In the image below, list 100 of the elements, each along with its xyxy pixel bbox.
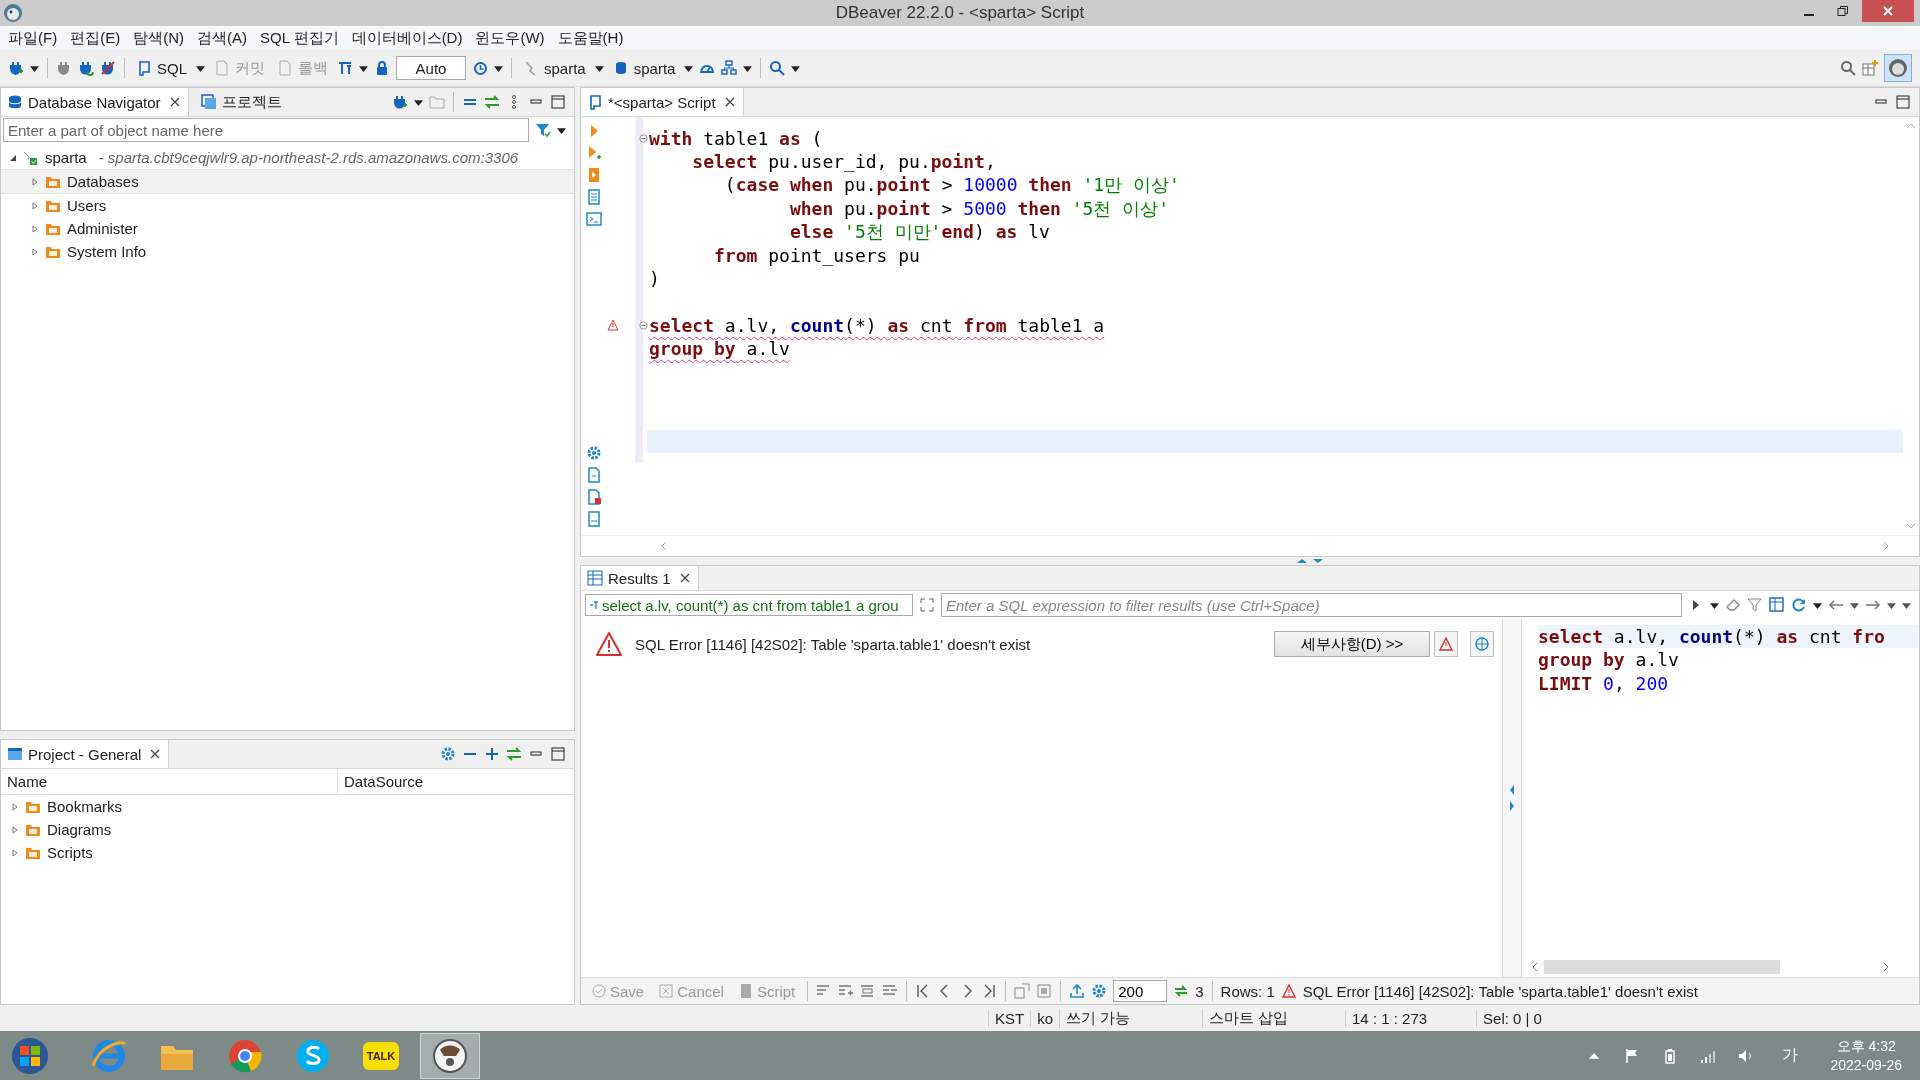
tree-row[interactable]: Administer	[1, 217, 574, 240]
commit-mode-field[interactable]: Auto	[396, 56, 466, 80]
sql-editor-button[interactable]: SQL	[133, 57, 190, 79]
gear-icon[interactable]	[586, 445, 602, 461]
tree-row[interactable]: Users	[1, 194, 574, 217]
splitter-arrows-icon[interactable]	[1295, 557, 1325, 565]
caret-icon[interactable]	[1850, 600, 1859, 610]
expand-arrow-icon[interactable]	[9, 153, 17, 162]
panel-tab[interactable]: Project - General	[1, 740, 170, 768]
scroll-right-icon[interactable]	[1883, 962, 1889, 972]
menu-item[interactable]: 탐색(N)	[129, 28, 193, 48]
add-row-icon[interactable]	[838, 983, 855, 999]
perspective-button[interactable]	[1884, 54, 1912, 82]
refresh-icon[interactable]	[1791, 597, 1807, 613]
caret-icon[interactable]	[494, 63, 503, 73]
splitter-arrows-icon[interactable]	[1509, 783, 1515, 813]
caret-icon[interactable]	[1710, 600, 1719, 610]
maximize-icon[interactable]	[550, 746, 566, 762]
tree-item[interactable]: Bookmarks	[47, 798, 123, 815]
document-icon[interactable]	[586, 511, 602, 527]
plug-icon[interactable]	[8, 60, 24, 76]
fold-icon[interactable]	[639, 320, 648, 330]
caret-icon[interactable]	[684, 63, 694, 73]
menu-item[interactable]: 데이터베이스(D)	[347, 28, 472, 48]
caret-icon[interactable]	[414, 97, 423, 107]
scroll-right-icon[interactable]	[1883, 541, 1889, 551]
script-icon[interactable]	[586, 167, 602, 183]
expand-icon[interactable]	[919, 597, 935, 613]
terminal-icon[interactable]	[586, 211, 602, 227]
menu-item[interactable]: 검색(A)	[193, 28, 256, 48]
scroll-left-icon[interactable]	[661, 541, 667, 551]
menu-item[interactable]: 윈도우(W)	[471, 28, 554, 48]
column-header[interactable]: DataSource	[338, 769, 424, 794]
panel-tab[interactable]: Database Navigator	[1, 88, 189, 116]
filter-icon[interactable]	[535, 122, 551, 138]
search-icon[interactable]	[769, 60, 786, 76]
filter-icon[interactable]	[1747, 597, 1763, 613]
perspective-icon[interactable]	[1862, 60, 1878, 76]
tree-item[interactable]: Diagrams	[47, 821, 112, 838]
results-tab[interactable]: Results 1	[581, 566, 699, 590]
menu-item[interactable]: 도움말(H)	[553, 28, 633, 48]
caret-icon[interactable]	[791, 63, 801, 73]
warning-button[interactable]	[1434, 631, 1458, 657]
document-icon[interactable]	[586, 467, 602, 483]
plug-icon[interactable]	[56, 60, 72, 76]
details-button[interactable]: 세부사항(D) >>	[1274, 631, 1430, 657]
tree-row[interactable]: System Info	[1, 240, 574, 263]
link-arrows-icon[interactable]	[506, 746, 522, 762]
gear-icon[interactable]	[440, 746, 456, 762]
lock-icon[interactable]	[374, 60, 390, 76]
hierarchy-icon[interactable]	[721, 60, 738, 76]
fetch-size-field[interactable]: 200	[1113, 980, 1168, 1002]
close-icon[interactable]	[169, 97, 180, 107]
document-icon[interactable]	[586, 189, 602, 205]
fold-icon[interactable]	[639, 134, 648, 144]
link-arrows-icon[interactable]	[484, 94, 500, 110]
caret-icon[interactable]	[1813, 600, 1822, 610]
schema-selector[interactable]: sparta	[609, 57, 679, 79]
search-field[interactable]: Enter a part of object name here	[3, 118, 529, 142]
fetch-all-icon[interactable]	[1036, 983, 1053, 999]
plug-icon[interactable]	[392, 94, 408, 110]
expand-icon[interactable]	[484, 746, 500, 762]
table-icon[interactable]	[1769, 597, 1785, 613]
caret-icon[interactable]	[743, 63, 753, 73]
caret-icon[interactable]	[196, 63, 205, 73]
plug-icon[interactable]	[100, 60, 116, 76]
close-icon[interactable]	[724, 97, 735, 107]
menu-item[interactable]: SQL 편집기	[256, 28, 348, 48]
taskbar-app[interactable]	[420, 1032, 480, 1079]
close-button[interactable]	[1862, 0, 1914, 22]
menu-item[interactable]: 파일(F)	[4, 28, 67, 48]
tree-row[interactable]: Databases	[1, 169, 574, 194]
tree-item[interactable]: Scripts	[47, 844, 93, 861]
maximize-icon[interactable]	[1895, 94, 1911, 110]
maximize-icon[interactable]	[550, 94, 566, 110]
eraser-icon[interactable]	[1725, 597, 1741, 613]
column-header[interactable]: Name	[1, 769, 338, 794]
caret-icon[interactable]	[30, 63, 39, 73]
history-icon[interactable]	[472, 60, 488, 76]
refresh-icon[interactable]	[1173, 983, 1190, 999]
export-icon[interactable]	[1069, 983, 1086, 999]
locate-button[interactable]	[1470, 631, 1494, 657]
caret-icon[interactable]	[557, 125, 566, 135]
scroll-up-icon[interactable]	[1906, 123, 1916, 129]
input-method-indicator[interactable]: 가	[1782, 1045, 1799, 1066]
scroll-left-icon[interactable]	[1532, 962, 1538, 972]
editor-tab[interactable]: *<sparta> Script	[581, 88, 744, 116]
menu-item[interactable]: 편집(E)	[66, 28, 130, 48]
close-icon[interactable]	[679, 573, 690, 583]
connection-selector[interactable]: sparta	[520, 57, 589, 79]
search-icon[interactable]	[1840, 60, 1856, 76]
caret-icon[interactable]	[594, 63, 604, 73]
talk-app-button[interactable]: TALK	[352, 1033, 410, 1078]
start-button[interactable]	[10, 1035, 50, 1076]
gear-icon[interactable]	[1091, 983, 1108, 999]
panel-tab[interactable]: 프로젝트	[194, 88, 290, 116]
scroll-down-icon[interactable]	[1906, 523, 1916, 529]
filter-field[interactable]: Enter a SQL expression to filter results (use Ctrl+Space)	[941, 593, 1682, 617]
transaction-icon[interactable]	[337, 60, 353, 76]
document-icon[interactable]	[586, 489, 602, 505]
